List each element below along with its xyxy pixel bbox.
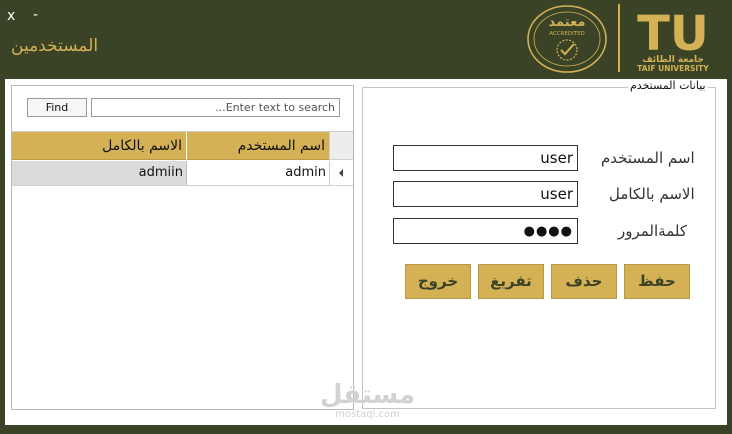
main-content: Find الاسم بالكامل اسم المستخدم admiin a… xyxy=(5,79,727,425)
search-input[interactable] xyxy=(91,98,340,117)
delete-button[interactable]: حذف xyxy=(551,264,617,299)
close-button[interactable]: x xyxy=(7,8,15,24)
svg-text:ACCREDITED: ACCREDITED xyxy=(549,31,585,37)
password-field[interactable] xyxy=(393,218,578,244)
password-label: كلمةالمرور xyxy=(618,222,687,240)
watermark: مستقل mostaql.com xyxy=(320,381,415,420)
users-grid-panel: Find الاسم بالكامل اسم المستخدم admiin a… xyxy=(11,85,354,410)
clear-button[interactable]: تفريغ xyxy=(478,264,544,299)
window-title: المستخدمين xyxy=(11,36,99,56)
username-label: اسم المستخدم xyxy=(601,149,695,167)
username-field[interactable] xyxy=(393,145,578,171)
cell-fullname[interactable]: admiin xyxy=(12,161,187,185)
group-title: بيانات المستخدم xyxy=(628,79,708,92)
row-indicator-header xyxy=(329,132,353,160)
taif-university-logo: TU جامعة الطائف TAIF UNIVERSITY xyxy=(618,4,709,73)
column-header-fullname[interactable]: الاسم بالكامل xyxy=(12,132,187,160)
minimize-button[interactable]: - xyxy=(33,7,38,23)
exit-button[interactable]: خروج xyxy=(405,264,471,299)
fullname-label: الاسم بالكامل xyxy=(609,185,695,203)
row-indicator xyxy=(329,161,353,186)
table-row[interactable]: admiin admin xyxy=(12,161,329,186)
column-header-username[interactable]: اسم المستخدم xyxy=(187,132,329,160)
user-data-group xyxy=(362,87,716,409)
svg-text:معتمد: معتمد xyxy=(549,15,586,30)
svg-text:TU: TU xyxy=(637,6,709,62)
fullname-field[interactable] xyxy=(393,181,578,207)
find-button[interactable]: Find xyxy=(27,98,87,117)
accredited-seal-logo: معتمد ACCREDITED xyxy=(527,5,607,73)
save-button[interactable]: حفظ xyxy=(624,264,690,299)
watermark-url: mostaql.com xyxy=(335,409,400,420)
cell-username[interactable]: admin xyxy=(187,161,329,185)
watermark-arabic: مستقل xyxy=(320,380,416,410)
svg-text:TAIF UNIVERSITY: TAIF UNIVERSITY xyxy=(637,64,709,73)
grid-header: الاسم بالكامل اسم المستخدم xyxy=(12,132,329,160)
current-row-arrow-icon xyxy=(339,169,343,177)
